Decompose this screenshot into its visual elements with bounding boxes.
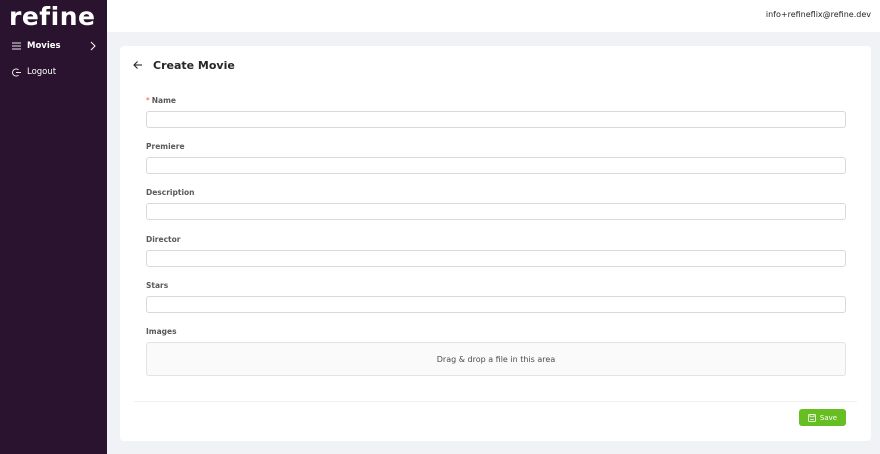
sidebar-item-label: Movies <box>27 41 61 51</box>
logo-text: refine <box>9 2 96 31</box>
sidebar-item-logout[interactable]: Logout <box>0 59 107 85</box>
save-button[interactable]: Save <box>799 409 846 426</box>
image-dropzone[interactable]: Drag & drop a file in this area <box>146 342 846 376</box>
user-email[interactable]: info+refineflix@refine.dev <box>766 10 871 19</box>
premiere-input[interactable] <box>146 157 846 174</box>
footer-divider <box>134 401 857 402</box>
card-header: Create Movie <box>132 57 235 73</box>
save-icon <box>808 413 816 422</box>
description-label: Description <box>146 188 195 197</box>
top-header: info+refineflix@refine.dev <box>107 0 880 32</box>
director-label: Director <box>146 235 181 244</box>
premiere-label: Premiere <box>146 142 185 151</box>
name-label: * Name <box>146 96 176 105</box>
save-button-label: Save <box>819 413 838 422</box>
required-asterisk: * <box>146 96 150 105</box>
stars-input[interactable] <box>146 296 846 313</box>
name-input[interactable] <box>146 111 846 128</box>
director-input[interactable] <box>146 250 846 267</box>
sidebar: refine Movies Logout <box>0 0 107 454</box>
create-form-card: Create Movie * Name Premiere Description … <box>120 46 871 441</box>
description-input[interactable] <box>146 203 846 220</box>
sidebar-item-label: Logout <box>27 67 57 77</box>
page-title: Create Movie <box>153 58 235 72</box>
logo[interactable]: refine <box>9 3 95 31</box>
logout-icon <box>11 67 21 77</box>
sidebar-item-movies[interactable]: Movies <box>0 33 107 59</box>
images-label: Images <box>146 327 177 336</box>
list-icon <box>11 41 21 51</box>
dropzone-text: Drag & drop a file in this area <box>436 354 556 364</box>
chevron-right-icon <box>88 41 98 51</box>
stars-label: Stars <box>146 281 169 290</box>
back-arrow-icon[interactable] <box>132 59 144 71</box>
